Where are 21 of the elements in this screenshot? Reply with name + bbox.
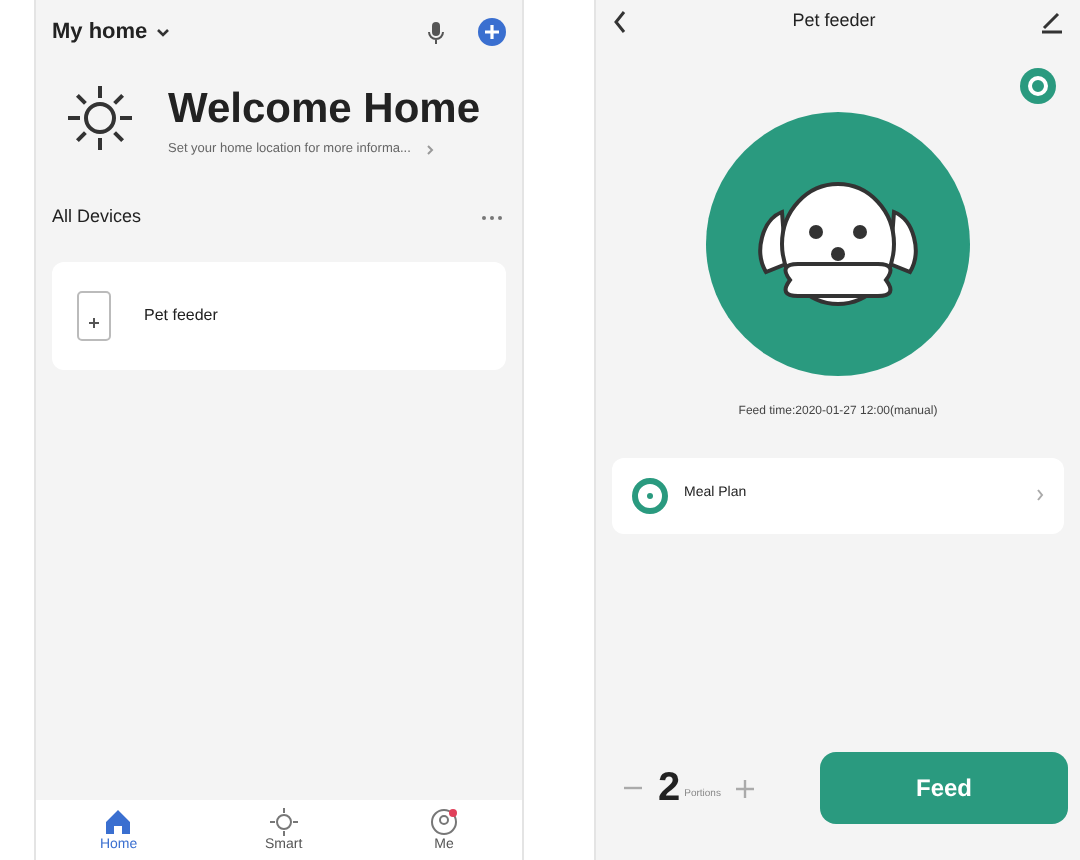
device-card[interactable]: Pet feeder [52,262,506,371]
microphone-icon[interactable] [426,19,446,46]
welcome-title: Welcome Home [168,83,480,135]
screen-title: Pet feeder [792,8,876,34]
portion-count: 2 [658,764,681,814]
chevron-right-icon[interactable] [426,143,435,156]
chevron-right-icon [1036,488,1044,502]
house-icon [104,807,133,835]
edit-icon[interactable] [1040,9,1064,34]
sun-icon [64,82,136,155]
section-title: All Devices [52,203,142,230]
home-selector[interactable]: My home [52,16,148,49]
device-name: Pet feeder [144,304,218,329]
back-icon[interactable] [612,9,628,34]
person-icon [430,807,459,835]
settings-icon[interactable] [1020,67,1056,103]
sun-icon [269,807,298,835]
meal-plan-icon [632,477,668,513]
chevron-down-icon[interactable] [155,27,170,38]
add-icon[interactable] [478,18,506,47]
feeder-device-icon [76,290,112,343]
